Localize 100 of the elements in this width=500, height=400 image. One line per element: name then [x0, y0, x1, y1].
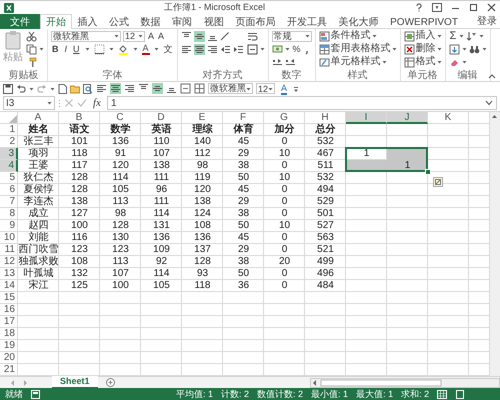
right-align-icon[interactable] [124, 83, 135, 94]
sign-in-link[interactable]: 登录 [474, 14, 500, 28]
font-color-button[interactable]: A [142, 43, 150, 55]
style-command[interactable]: 条件格式 [318, 30, 377, 42]
font-size-field[interactable]: 12 [123, 30, 145, 42]
decrease-decimal-icon[interactable] [284, 56, 296, 68]
phonetic-button[interactable]: 文 [162, 44, 174, 54]
insert-function-button[interactable]: fx [90, 97, 104, 109]
status-stat: 计数: 2 [221, 388, 250, 400]
center-align-icon[interactable] [194, 44, 205, 54]
close-icon[interactable] [487, 3, 496, 12]
table-cell-text: 10 [278, 220, 292, 232]
binoculars-icon[interactable] [468, 44, 480, 54]
copy-icon[interactable] [26, 44, 37, 54]
cells-command[interactable]: 插入 [404, 30, 442, 42]
horizontal-scrollbar-icon[interactable] [310, 378, 500, 388]
undo-icon[interactable] [16, 84, 26, 94]
row-header[interactable]: 4 [0, 160, 18, 172]
merge-cells-icon[interactable] [246, 44, 258, 54]
ribbon-tab[interactable]: POWERPIVOT [384, 14, 464, 29]
italic-button[interactable]: I [64, 44, 68, 54]
quick-analysis-icon[interactable] [433, 177, 443, 187]
print-preview-icon[interactable] [83, 84, 93, 94]
right-align-icon[interactable] [206, 44, 218, 54]
normal-view-icon[interactable] [437, 390, 448, 398]
borders-icon[interactable] [194, 83, 205, 94]
table-cell-text: 120 [193, 184, 212, 196]
ribbon-tab[interactable]: 视图 [198, 14, 230, 29]
table-cell-text: 理综 [191, 124, 214, 136]
table-cell-text: 王婆 [28, 160, 50, 172]
ribbon-tab[interactable]: 插入 [72, 14, 104, 29]
autosum-button[interactable]: Σ [448, 31, 458, 41]
style-command[interactable]: 单元格样式 [318, 56, 387, 68]
maximize-icon[interactable] [469, 3, 478, 12]
table-cell-text: 刘能 [28, 232, 50, 244]
underline-button[interactable]: U [72, 44, 81, 54]
table-cell-text: 532 [316, 136, 335, 148]
cells-command[interactable]: 删除 [404, 43, 442, 55]
column-header[interactable]: I [346, 112, 387, 124]
table-cell-text: 113 [112, 256, 130, 268]
ribbon-tab[interactable]: 开发工具 [281, 14, 333, 29]
percent-button[interactable]: % [292, 44, 302, 54]
fill-handle[interactable] [425, 169, 431, 175]
column-header[interactable]: J [387, 112, 428, 124]
save-icon[interactable] [3, 84, 13, 94]
ribbon-display-icon[interactable] [432, 3, 442, 12]
increase-decimal-icon[interactable] [272, 56, 283, 68]
grow-font-button[interactable]: A [147, 31, 156, 41]
ribbon-tab[interactable]: 美化大师 [332, 14, 384, 29]
increase-indent-icon[interactable] [232, 44, 244, 54]
cells-command[interactable]: 格式 [404, 56, 442, 68]
table-cell-text: 138 [70, 196, 89, 208]
middle-align-icon[interactable] [194, 30, 205, 42]
table-cell-text: 宋江 [28, 280, 50, 292]
border-icon[interactable] [94, 44, 105, 54]
left-align-icon[interactable] [96, 83, 107, 94]
ribbon-tab[interactable]: 数据 [134, 14, 166, 29]
macro-record-icon[interactable] [31, 390, 40, 398]
ribbon-tab[interactable]: 页面布局 [230, 14, 282, 29]
fill-color-icon[interactable] [118, 44, 129, 54]
middle-align-icon[interactable] [152, 83, 163, 94]
new-file-icon[interactable] [58, 84, 67, 94]
cell-style-icon [318, 56, 330, 68]
table-cell-text: 数学 [109, 124, 132, 136]
number-format-field[interactable]: 常规 [272, 30, 312, 42]
left-align-icon[interactable] [180, 44, 192, 54]
collapse-ribbon-icon[interactable] [488, 73, 496, 79]
merge-cells-icon[interactable] [180, 83, 191, 94]
wrap-text-icon[interactable] [246, 30, 258, 42]
expand-icon[interactable] [485, 100, 493, 106]
ribbon-tab[interactable]: 公式 [103, 14, 135, 29]
fill-icon[interactable] [448, 44, 460, 54]
name-box[interactable]: I3 [3, 96, 55, 110]
sort-filter-icon[interactable] [466, 30, 478, 42]
table-cell-text: 124 [193, 208, 212, 220]
group-label: 数字 [280, 70, 303, 81]
table-format-icon [318, 44, 330, 54]
formula-input[interactable]: 1 [106, 96, 497, 110]
center-align-icon[interactable] [110, 83, 121, 94]
help-icon[interactable] [415, 3, 423, 12]
sheet-tab[interactable]: Sheet1 [52, 376, 98, 389]
add-sheet-icon[interactable] [106, 378, 115, 387]
ribbon-tab[interactable]: 开始 [40, 14, 72, 29]
ribbon-tab[interactable]: 审阅 [166, 14, 198, 29]
shrink-font-button[interactable]: A [157, 31, 166, 41]
table-cell-text: 92 [154, 256, 168, 268]
file-tab[interactable]: 文件 [0, 14, 40, 29]
check-icon[interactable] [77, 98, 87, 108]
table-cell-text: 29 [236, 148, 250, 160]
style-command[interactable]: 套用表格格式 [318, 43, 397, 55]
bold-button[interactable]: B [51, 44, 60, 54]
currency-icon[interactable] [272, 44, 283, 54]
decrease-indent-icon[interactable] [220, 44, 231, 54]
font-size-field[interactable]: 12 [256, 83, 275, 94]
page-layout-icon[interactable] [455, 390, 466, 398]
table-cell-text: 521 [316, 244, 335, 256]
row-header[interactable]: 3 [0, 148, 18, 160]
font-name-field[interactable]: 微软雅黑 [51, 30, 121, 42]
font-name-field[interactable]: 微软雅黑 [208, 83, 253, 94]
cut-icon[interactable] [26, 30, 37, 42]
